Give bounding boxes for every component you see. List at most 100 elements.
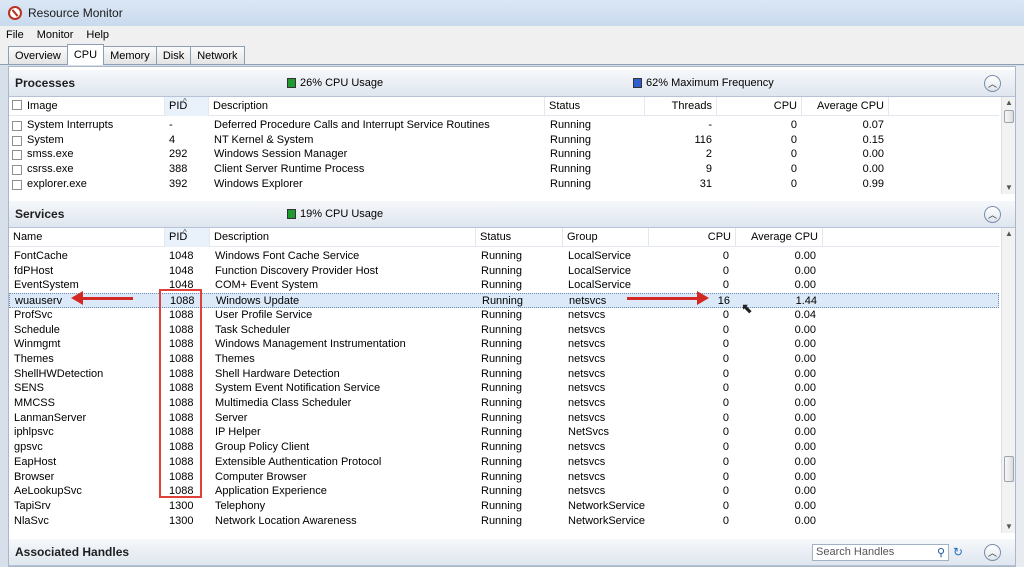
col-description[interactable]: Description [210,228,476,247]
service-row[interactable]: gpsvc 1088 Group Policy Client Running netsv… [9,440,999,455]
service-row[interactable]: iphlpsvc 1088 IP Helper Running NetSvcs 0 0.00 [9,425,999,440]
window-scrollbar[interactable] [1016,66,1024,567]
service-group: LocalService [568,250,631,262]
col-cpu[interactable]: CPU [649,228,736,247]
service-cpu: 0 [722,352,729,365]
service-row[interactable]: TapiSrv 1300 Telephony Running NetworkServic… [9,499,999,514]
scroll-down-icon[interactable]: ▼ [1002,182,1016,194]
service-row[interactable]: Winmgmt 1088 Windows Management Instrument… [9,337,999,352]
process-image: System Interrupts [27,119,114,131]
service-row[interactable]: AeLookupSvc 1088 Application Experience Run… [9,484,999,499]
service-row[interactable]: FontCache 1048 Windows Font Cache Service R… [9,249,999,264]
menu-monitor[interactable]: Monitor [37,29,74,41]
service-cpu: 0 [722,411,729,424]
col-average-cpu[interactable]: Average CPU [736,228,823,247]
service-status: Running [481,250,522,262]
process-row[interactable]: csrss.exe 388 Client Server Runtime Proces… [9,162,999,177]
services-scroll-thumb[interactable] [1004,456,1014,482]
process-threads: 9 [705,163,712,176]
service-row[interactable]: EventSystem 1048 COM+ Event System Running L… [9,278,999,293]
col-name[interactable]: Name [9,228,165,247]
col-pid[interactable]: ^ PID [165,228,210,247]
process-image: System [27,133,64,146]
scroll-up-icon[interactable]: ▲ [1002,97,1016,109]
tab-cpu[interactable]: CPU [66,44,105,65]
service-row[interactable]: EapHost 1088 Extensible Authentication Pro… [9,455,999,470]
process-checkbox[interactable] [12,135,22,146]
service-row[interactable]: LanmanServer 1088 Server Running netsvcs 0 0.0… [9,411,999,426]
processes-cpu-usage: 26% CPU Usage [287,77,383,89]
process-checkbox[interactable] [12,121,22,131]
service-name: Schedule [14,323,60,336]
process-pid: 292 [169,148,188,161]
process-row[interactable]: System Interrupts - Deferred Procedure Cal… [9,118,999,133]
tab-disk[interactable]: Disk [155,46,192,64]
service-row[interactable]: ProfSvc 1088 User Profile Service Running ne… [9,308,999,323]
refresh-icon[interactable]: ↻ [953,545,963,559]
select-all-checkbox[interactable] [12,100,22,110]
service-status: Running [481,338,522,351]
process-row[interactable]: smss.exe 292 Windows Session Manager Runnin… [9,147,999,162]
service-row[interactable]: NlaSvc 1300 Network Location Awareness Runn… [9,514,999,529]
service-group: NetworkService [568,514,646,527]
service-row[interactable]: Schedule 1088 Task Scheduler Running netsvcs… [9,323,999,338]
service-description: Multimedia Class Scheduler [215,397,352,409]
handles-panel-header[interactable]: Associated Handles Search Handles ⚲ ↻ ︿ [9,539,1015,566]
service-description: IP Helper [215,426,261,439]
service-description: Task Scheduler [215,323,291,336]
search-handles-input[interactable]: Search Handles ⚲ [812,544,949,561]
tab-network[interactable]: Network [190,46,245,64]
service-status: Running [482,295,523,308]
service-row[interactable]: Browser 1088 Computer Browser Running netsvc… [9,470,999,485]
process-average-cpu: 0.00 [862,148,884,161]
processes-scrollbar[interactable]: ▲ ▼ [1001,97,1015,194]
col-description[interactable]: Description [209,97,545,116]
services-collapse-button[interactable]: ︿ [984,206,1001,223]
process-row[interactable]: explorer.exe 392 Windows Explorer Running 31… [9,177,999,192]
service-row[interactable]: ShellHWDetection 1088 Shell Hardware Detec… [9,367,999,382]
process-checkbox[interactable] [12,179,22,190]
col-status[interactable]: Status [545,97,645,116]
service-row[interactable]: wuauserv 1088 Windows Update Running netsvcs… [9,293,999,308]
service-row[interactable]: SENS 1088 System Event Notification Servic… [9,381,999,396]
col-pid[interactable]: ^ PID [165,97,209,116]
tab-bar: Overview CPU Memory Disk Network [0,43,1024,65]
service-row[interactable]: fdPHost 1048 Function Discovery Provider H… [9,264,999,279]
resource-monitor-icon [8,6,22,20]
process-row[interactable]: System 4 NT Kernel & System Running 116 0 0.15 [9,133,999,148]
service-row[interactable]: Themes 1088 Themes Running netsvcs 0 0.00 [9,352,999,367]
scroll-up-icon[interactable]: ▲ [1002,228,1016,240]
process-checkbox[interactable] [12,150,22,161]
title-bar: Resource Monitor [0,0,1024,26]
col-status[interactable]: Status [476,228,563,247]
menu-help[interactable]: Help [86,29,109,41]
service-description: Windows Update [216,295,300,308]
service-description: Windows Font Cache Service [215,250,360,262]
menu-file[interactable]: File [6,29,24,41]
col-cpu[interactable]: CPU [717,97,802,116]
col-image[interactable]: Image [9,97,165,116]
services-scrollbar[interactable]: ▲ ▼ [1001,228,1015,533]
search-icon[interactable]: ⚲ [937,546,945,561]
processes-scroll-thumb[interactable] [1004,110,1014,123]
service-cpu: 0 [722,338,729,351]
processes-collapse-button[interactable]: ︿ [984,75,1001,92]
service-description: System Event Notification Service [215,382,381,395]
services-panel-header[interactable]: Services 19% CPU Usage ︿ [9,201,1015,228]
process-status: Running [550,148,591,161]
col-threads[interactable]: Threads [645,97,717,116]
sort-ascending-icon: ^ [183,97,187,106]
service-description: Telephony [215,499,266,512]
service-cpu: 0 [722,514,729,527]
processes-panel-header[interactable]: Processes 26% CPU Usage 62% Maximum Freq… [9,70,1015,97]
tab-overview[interactable]: Overview [8,46,68,64]
service-group: netsvcs [568,470,606,483]
service-name: ShellHWDetection [14,367,104,380]
handles-collapse-button[interactable]: ︿ [984,544,1001,561]
scroll-down-icon[interactable]: ▼ [1002,521,1016,533]
service-row[interactable]: MMCSS 1088 Multimedia Class Scheduler Runni… [9,396,999,411]
col-average-cpu[interactable]: Average CPU [802,97,889,116]
process-checkbox[interactable] [12,165,22,176]
col-group[interactable]: Group [563,228,649,247]
tab-memory[interactable]: Memory [103,46,157,64]
